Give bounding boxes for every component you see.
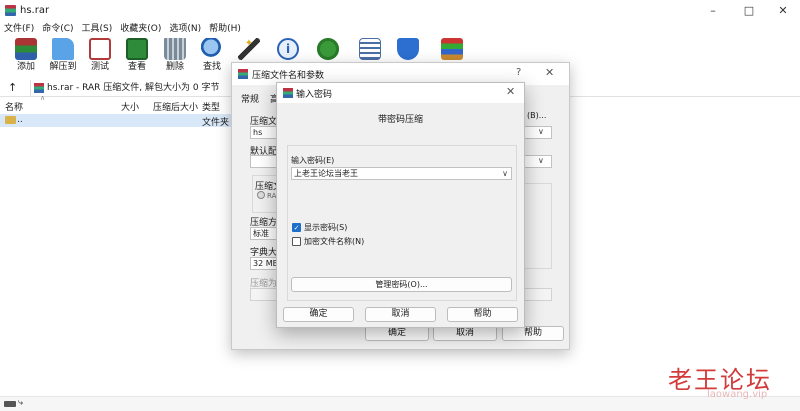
menu-tools[interactable]: 工具(S): [78, 22, 117, 36]
password-help-button[interactable]: 帮助: [447, 307, 518, 322]
password-heading: 带密码压缩: [377, 115, 423, 125]
row-name: ..: [17, 115, 23, 125]
title-bar: hs.rar – □ ✕: [0, 0, 800, 22]
comment-icon: [359, 38, 381, 60]
dialog-app-icon: [238, 69, 248, 79]
password-dialog: 输入密码 ✕ 带密码压缩 输入密码(E) 上老王论坛当老王 ∨ ✓ 显示密码(S…: [276, 82, 525, 328]
encrypt-names-checkbox[interactable]: [292, 237, 301, 246]
row-type: 文件夹: [202, 118, 230, 128]
password-dialog-title: 输入密码: [296, 90, 333, 100]
menu-favorites[interactable]: 收藏夹(O): [116, 22, 165, 36]
rar-radio[interactable]: [257, 191, 265, 199]
menu-file[interactable]: 文件(F): [0, 22, 38, 36]
help-button[interactable]: 帮助: [502, 326, 564, 341]
drive-icon: [4, 401, 16, 407]
help-question-icon[interactable]: ?: [516, 67, 521, 78]
password-input[interactable]: 上老王论坛当老王 ∨: [291, 167, 512, 180]
menu-command[interactable]: 命令(C): [38, 22, 77, 36]
show-password-label: 显示密码(S): [304, 223, 348, 232]
table-row[interactable]: .. 文件夹: [0, 114, 232, 128]
maximize-icon[interactable]: □: [732, 0, 766, 22]
window-title: hs.rar: [20, 5, 50, 16]
menu-bar: 文件(F) 命令(C) 工具(S) 收藏夹(O) 选项(N) 帮助(H): [0, 22, 800, 36]
minimize-icon[interactable]: –: [696, 0, 730, 22]
path-text: hs.rar - RAR 压缩文件, 解包大小为 0 字节: [47, 83, 220, 93]
browse-button[interactable]: (B)...: [527, 111, 546, 120]
archive-icon: [34, 83, 44, 93]
encrypt-names-label: 加密文件名称(N): [304, 237, 365, 246]
close-icon[interactable]: ✕: [766, 0, 800, 22]
password-label: 输入密码(E): [291, 156, 335, 165]
folder-icon: [5, 116, 16, 124]
dialog-close-icon[interactable]: ✕: [545, 66, 554, 79]
password-app-icon: [283, 88, 293, 98]
chevron-down-icon: ∨: [502, 169, 508, 178]
password-ok-button[interactable]: 确定: [283, 307, 354, 322]
app-icon: [5, 5, 16, 16]
view-book-icon: [126, 38, 148, 60]
info-icon: i: [277, 38, 299, 60]
password-cancel-button[interactable]: 取消: [365, 307, 436, 322]
show-password-checkbox[interactable]: ✓: [292, 223, 301, 232]
watermark-url: laowang.vip: [707, 389, 768, 400]
shield-icon: [397, 38, 419, 60]
cancel-button[interactable]: 取消: [433, 326, 497, 341]
column-packed[interactable]: 压缩后大小: [153, 100, 198, 113]
magnifier-icon: [201, 38, 223, 60]
sort-caret-icon: ∧: [40, 94, 46, 102]
password-value: 上老王论坛当老王: [294, 169, 358, 178]
sfx-box-icon: [441, 38, 463, 60]
column-type[interactable]: 类型: [202, 100, 220, 113]
manage-passwords-button[interactable]: 管理密码(O)...: [291, 277, 512, 292]
virus-scan-icon: [317, 38, 339, 60]
tab-general[interactable]: 常规: [241, 92, 259, 105]
file-list-header: 名称 ∧ 大小 压缩后大小 类型: [0, 94, 232, 113]
add-archive-icon: [15, 38, 37, 60]
password-close-icon[interactable]: ✕: [506, 85, 515, 98]
column-size[interactable]: 大小: [121, 100, 139, 113]
trash-icon: [164, 38, 186, 60]
chevron-down-icon: ∨: [538, 127, 544, 136]
menu-options[interactable]: 选项(N): [165, 22, 205, 36]
password-title-bar: 输入密码 ✕: [277, 83, 524, 103]
dialog-title: 压缩文件名和参数: [252, 71, 325, 81]
ok-button[interactable]: 确定: [365, 326, 429, 341]
test-checklist-icon: [89, 38, 111, 60]
options-group: [524, 183, 552, 269]
status-bar: ⤷: [0, 396, 800, 411]
column-name[interactable]: 名称: [5, 100, 23, 113]
wizard-wand-icon: ✦: [238, 38, 260, 60]
menu-help[interactable]: 帮助(H): [205, 22, 245, 36]
chevron-down-icon: ∨: [538, 156, 544, 165]
password-group: 输入密码(E) 上老王论坛当老王 ∨ ✓ 显示密码(S) 加密文件名称(N) 管…: [287, 145, 517, 301]
up-arrow-icon[interactable]: ↑: [8, 81, 17, 94]
extract-folder-icon: [52, 38, 74, 60]
key-icon: ⤷: [18, 398, 24, 408]
